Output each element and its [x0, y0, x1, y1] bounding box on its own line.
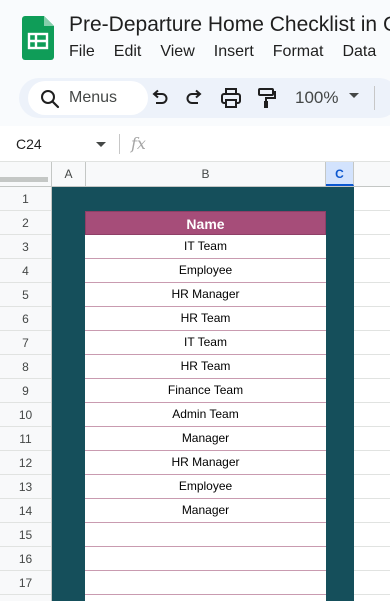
table-row[interactable]: Employee — [85, 475, 326, 499]
cell-gridline — [354, 402, 390, 403]
table-row[interactable]: HR Team — [85, 307, 326, 331]
table-row[interactable]: HR Team — [85, 355, 326, 379]
toolbar: Menus 100% — [19, 78, 390, 118]
column-headers: A B C — [0, 162, 390, 187]
table-row[interactable]: IT Team — [85, 235, 326, 259]
menu-format[interactable]: Format — [273, 43, 324, 61]
paint-format-icon[interactable] — [255, 86, 279, 110]
cell-gridline — [354, 570, 390, 571]
row-header[interactable]: 2 — [0, 211, 51, 235]
formula-divider — [119, 134, 120, 154]
chevron-down-icon[interactable] — [349, 93, 359, 98]
column-header-c[interactable]: C — [326, 162, 354, 186]
cell-gridline — [354, 258, 390, 259]
menu-file[interactable]: File — [69, 43, 95, 61]
column-header-b[interactable]: B — [86, 162, 326, 186]
row-header[interactable]: 13 — [0, 475, 51, 499]
cell-gridline — [354, 378, 390, 379]
table-row[interactable]: HR Manager — [85, 283, 326, 307]
cell-gridline — [354, 306, 390, 307]
row-header[interactable]: 15 — [0, 523, 51, 547]
table-row[interactable]: Admin Team — [85, 403, 326, 427]
chevron-down-icon[interactable] — [96, 142, 106, 147]
document-title[interactable]: Pre-Departure Home Checklist in G — [69, 13, 390, 37]
row-header[interactable]: 9 — [0, 379, 51, 403]
toolbar-divider — [374, 86, 375, 110]
row-header[interactable]: 12 — [0, 451, 51, 475]
row-header[interactable]: 11 — [0, 427, 51, 451]
row-header[interactable]: 8 — [0, 355, 51, 379]
redo-icon[interactable] — [183, 86, 207, 110]
column-c-cells[interactable] — [354, 187, 390, 601]
undo-icon[interactable] — [147, 86, 171, 110]
cell-gridline — [354, 210, 390, 211]
column-header-a[interactable]: A — [52, 162, 86, 186]
cell-gridline — [354, 522, 390, 523]
select-all-corner[interactable] — [0, 162, 52, 186]
row-header[interactable]: 14 — [0, 499, 51, 523]
cell-gridline — [354, 354, 390, 355]
table-row[interactable]: Manager — [85, 499, 326, 523]
table-row[interactable]: IT Team — [85, 331, 326, 355]
search-menus-button[interactable]: Menus — [28, 81, 148, 115]
menu-data[interactable]: Data — [342, 43, 376, 61]
frozen-rows-handle[interactable] — [0, 177, 48, 182]
row-header[interactable]: 16 — [0, 547, 51, 571]
table-header-name[interactable]: Name — [85, 211, 326, 235]
menu-edit[interactable]: Edit — [114, 43, 142, 61]
title-bar: Pre-Departure Home Checklist in G File E… — [0, 0, 390, 72]
table-row[interactable] — [85, 547, 326, 571]
print-icon[interactable] — [219, 86, 243, 110]
cell-gridline — [354, 450, 390, 451]
cell-gridline — [354, 426, 390, 427]
row-header[interactable]: 5 — [0, 283, 51, 307]
fx-icon: fx — [131, 134, 146, 153]
cell-gridline — [354, 234, 390, 235]
formula-bar: C24 fx — [0, 126, 390, 162]
table-row[interactable]: HR Manager — [85, 451, 326, 475]
sheets-logo-icon[interactable] — [22, 16, 54, 60]
row-headers: 1 2 3 4 5 6 7 8 9 10 11 12 13 14 15 16 17 — [0, 187, 52, 601]
table-row[interactable] — [85, 595, 326, 601]
row-header[interactable]: 7 — [0, 331, 51, 355]
cell-gridline — [354, 546, 390, 547]
row-header[interactable]: 4 — [0, 259, 51, 283]
row-header[interactable]: 3 — [0, 235, 51, 259]
table-row[interactable]: Employee — [85, 259, 326, 283]
table-row[interactable] — [85, 571, 326, 595]
table-row[interactable]: Manager — [85, 427, 326, 451]
row-header[interactable]: 6 — [0, 307, 51, 331]
menu-bar: File Edit View Insert Format Data — [69, 43, 390, 61]
cell-gridline — [354, 282, 390, 283]
menu-view[interactable]: View — [160, 43, 194, 61]
menu-insert[interactable]: Insert — [214, 43, 254, 61]
cell-gridline — [354, 474, 390, 475]
table-row[interactable] — [85, 523, 326, 547]
cell-gridline — [354, 330, 390, 331]
cell-gridline — [354, 498, 390, 499]
search-icon — [41, 90, 60, 109]
name-box[interactable]: C24 — [16, 136, 42, 152]
row-header[interactable]: 1 — [0, 187, 51, 211]
cell-gridline — [354, 594, 390, 595]
search-menus-label: Menus — [69, 89, 118, 106]
table-row[interactable]: Finance Team — [85, 379, 326, 403]
row-header[interactable]: 17 — [0, 571, 51, 595]
row-header[interactable]: 10 — [0, 403, 51, 427]
zoom-select[interactable]: 100% — [295, 88, 338, 108]
